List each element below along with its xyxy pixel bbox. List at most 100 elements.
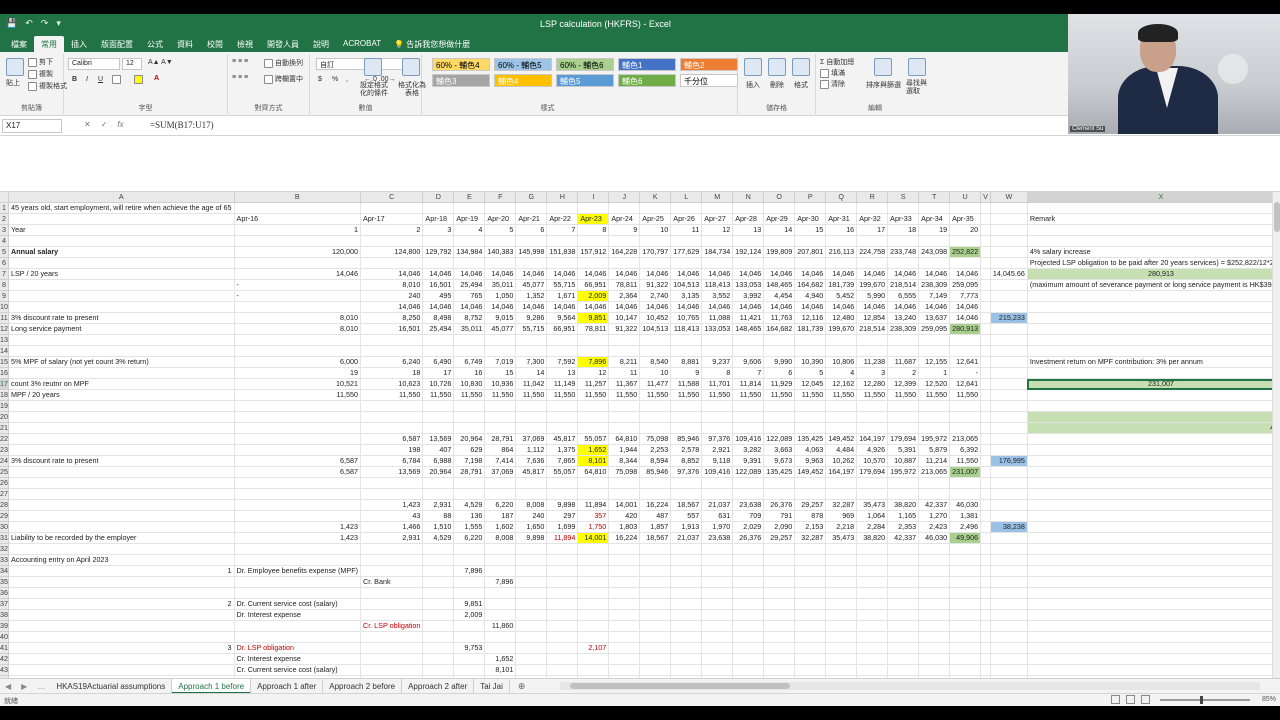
cell-b25[interactable]: 6,587 xyxy=(234,466,362,478)
cell-v17[interactable] xyxy=(980,378,991,390)
cell-b14[interactable] xyxy=(234,345,362,357)
cell-w18[interactable] xyxy=(990,389,1028,401)
cell-n31[interactable]: 26,376 xyxy=(732,532,765,544)
cell-o18[interactable]: 11,550 xyxy=(763,389,796,401)
cell-i34[interactable] xyxy=(577,565,610,577)
cell-x32[interactable] xyxy=(1027,543,1272,555)
cell-c18[interactable]: 11,550 xyxy=(360,389,424,401)
cell-h34[interactable] xyxy=(546,565,579,577)
cell-c25[interactable]: 13,569 xyxy=(360,466,424,478)
cell-s31[interactable]: 42,337 xyxy=(887,532,920,544)
cell-g37[interactable] xyxy=(515,598,548,610)
cell-d27[interactable] xyxy=(422,488,455,500)
cell-n14[interactable] xyxy=(732,345,765,357)
column-header-b[interactable]: B xyxy=(234,192,362,203)
cell-f30[interactable]: 1,602 xyxy=(484,521,517,533)
cell-m4[interactable] xyxy=(701,235,734,247)
cell-d2[interactable]: Apr-18 xyxy=(422,213,455,225)
cell-e9[interactable]: 765 xyxy=(453,290,486,302)
cell-g35[interactable] xyxy=(515,576,548,588)
cell-x14[interactable] xyxy=(1027,345,1272,357)
cell-h20[interactable] xyxy=(546,411,579,423)
cell-s8[interactable]: 218,514 xyxy=(887,279,920,291)
row-header[interactable]: 2 xyxy=(0,213,9,225)
cell-v43[interactable] xyxy=(980,664,991,676)
cell-a22[interactable] xyxy=(8,433,235,445)
cell-i12[interactable]: 78,811 xyxy=(577,323,610,335)
cell-i2[interactable]: Apr-23 xyxy=(577,213,610,225)
cell-j4[interactable] xyxy=(608,235,641,247)
cell-t17[interactable]: 12,520 xyxy=(918,378,951,390)
cell-m31[interactable]: 23,638 xyxy=(701,532,734,544)
cell-c23[interactable]: 198 xyxy=(360,444,424,456)
cell-p36[interactable] xyxy=(794,587,827,599)
cell-a14[interactable] xyxy=(8,345,235,357)
cell-l12[interactable]: 118,413 xyxy=(670,323,703,335)
cell-d29[interactable]: 88 xyxy=(422,510,455,522)
enter-icon[interactable]: ✓ xyxy=(101,120,108,129)
cell-s2[interactable]: Apr-33 xyxy=(887,213,920,225)
cell-v32[interactable] xyxy=(980,543,991,555)
cell-i31[interactable]: 14,001 xyxy=(577,532,610,544)
cell-g14[interactable] xyxy=(515,345,548,357)
cell-a11[interactable]: 3% discount rate to present xyxy=(8,312,235,324)
cell-t3[interactable]: 19 xyxy=(918,224,951,236)
cell-r34[interactable] xyxy=(856,565,889,577)
cell-c22[interactable]: 6,587 xyxy=(360,433,424,445)
cell-s34[interactable] xyxy=(887,565,920,577)
cell-c24[interactable]: 6,784 xyxy=(360,455,424,467)
cell-o14[interactable] xyxy=(763,345,796,357)
cell-g30[interactable]: 1,650 xyxy=(515,521,548,533)
cell-m25[interactable]: 109,416 xyxy=(701,466,734,478)
cell-c20[interactable] xyxy=(360,411,424,423)
column-header-m[interactable]: M xyxy=(701,192,734,203)
cell-m23[interactable]: 2,921 xyxy=(701,444,734,456)
cell-l38[interactable] xyxy=(670,609,703,621)
tab-page-layout[interactable]: 版面配置 xyxy=(94,36,140,52)
cell-n38[interactable] xyxy=(732,609,765,621)
cell-b28[interactable] xyxy=(234,499,362,511)
cell-i20[interactable] xyxy=(577,411,610,423)
cell-b8[interactable]: - xyxy=(234,279,362,291)
cell-i26[interactable] xyxy=(577,477,610,489)
cell-r3[interactable]: 17 xyxy=(856,224,889,236)
cell-f12[interactable]: 45,077 xyxy=(484,323,517,335)
cell-h2[interactable]: Apr-22 xyxy=(546,213,579,225)
cell-o16[interactable]: 6 xyxy=(763,367,796,379)
cell-o21[interactable] xyxy=(763,422,796,434)
cell-d36[interactable] xyxy=(422,587,455,599)
cell-w9[interactable] xyxy=(990,290,1028,302)
cell-l5[interactable]: 177,629 xyxy=(670,246,703,258)
cell-t38[interactable] xyxy=(918,609,951,621)
cell-q24[interactable]: 10,262 xyxy=(825,455,858,467)
cell-o27[interactable] xyxy=(763,488,796,500)
cell-b15[interactable]: 6,000 xyxy=(234,356,362,368)
cell-f18[interactable]: 11,550 xyxy=(484,389,517,401)
cell-r1[interactable] xyxy=(856,202,889,214)
cell-u30[interactable]: 2,496 xyxy=(949,521,982,533)
cell-m10[interactable]: 14,046 xyxy=(701,301,734,313)
cell-m13[interactable] xyxy=(701,334,734,346)
column-header-g[interactable]: G xyxy=(515,192,548,203)
cell-f10[interactable]: 14,046 xyxy=(484,301,517,313)
cell-h29[interactable]: 297 xyxy=(546,510,579,522)
cell-r41[interactable] xyxy=(856,642,889,654)
cell-q27[interactable] xyxy=(825,488,858,500)
cell-s28[interactable]: 38,820 xyxy=(887,499,920,511)
cell-u23[interactable]: 6,392 xyxy=(949,444,982,456)
row-header[interactable]: 40 xyxy=(0,631,9,643)
cell-h3[interactable]: 7 xyxy=(546,224,579,236)
cell-a13[interactable] xyxy=(8,334,235,346)
cell-x20[interactable] xyxy=(1027,411,1272,423)
cell-c3[interactable]: 2 xyxy=(360,224,424,236)
cell-o3[interactable]: 14 xyxy=(763,224,796,236)
cell-c30[interactable]: 1,466 xyxy=(360,521,424,533)
cell-k13[interactable] xyxy=(639,334,672,346)
cell-e39[interactable] xyxy=(453,620,486,632)
cell-a37[interactable]: 2 xyxy=(8,598,235,610)
cell-c26[interactable] xyxy=(360,477,424,489)
cell-s38[interactable] xyxy=(887,609,920,621)
cell-g32[interactable] xyxy=(515,543,548,555)
cell-w30[interactable]: 38,238 xyxy=(990,521,1028,533)
cell-l9[interactable]: 3,135 xyxy=(670,290,703,302)
